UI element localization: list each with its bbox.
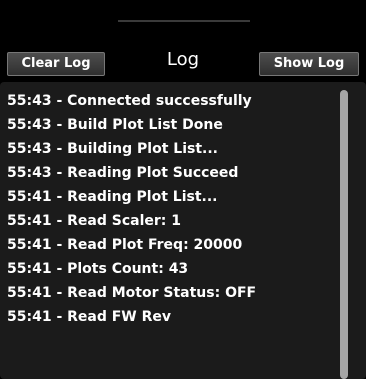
log-entry: 55:43 - Building Plot List... — [7, 141, 218, 157]
log-entry: 55:43 - Connected successfully — [7, 93, 252, 109]
show-log-button[interactable]: Show Log — [259, 52, 359, 76]
log-title: Log — [166, 49, 200, 70]
log-entry: 55:43 - Build Plot List Done — [7, 117, 223, 133]
log-entry: 55:41 - Read Plot Freq: 20000 — [7, 237, 243, 253]
log-panel: 55:43 - Connected successfully 55:43 - B… — [0, 82, 366, 379]
log-entry: 55:41 - Read Motor Status: OFF — [7, 285, 257, 301]
log-scrollbar[interactable] — [340, 90, 348, 379]
log-entry: 55:41 - Reading Plot List... — [7, 189, 218, 205]
clear-log-button[interactable]: Clear Log — [7, 52, 105, 76]
log-entry: 55:41 - Read FW Rev — [7, 309, 172, 325]
log-entry: 55:41 - Read Scaler: 1 — [7, 213, 181, 229]
log-entry: 55:41 - Plots Count: 43 — [7, 261, 189, 277]
log-scrollbar-thumb[interactable] — [340, 90, 348, 379]
log-entry: 55:43 - Reading Plot Succeed — [7, 165, 239, 181]
log-toolbar: Clear Log Log Show Log — [0, 49, 366, 80]
log-list: 55:43 - Connected successfully 55:43 - B… — [7, 90, 327, 330]
panel-drag-handle[interactable] — [118, 20, 250, 22]
